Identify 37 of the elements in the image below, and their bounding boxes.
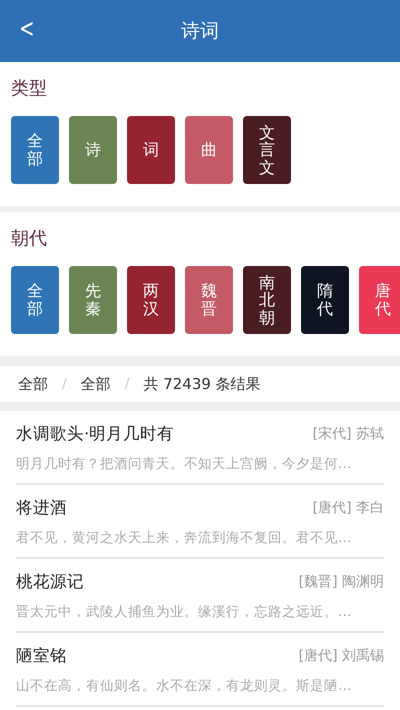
poem-list-item[interactable]: 将进酒 [唐代] 李白 君不见，黄河之水天上来，奔流到海不复回。君不见… [16,485,384,559]
category-tile[interactable]: 魏晋 [185,266,233,334]
category-tile[interactable]: 全部 [11,116,59,184]
category-tile[interactable]: 全部 [11,266,59,334]
result-count: 共 72439 条结果 [143,374,261,394]
category-tile[interactable]: 唐代 [359,266,400,334]
poem-list-item[interactable]: 陋室铭 [唐代] 刘禹锡 山不在高，有仙则名。水不在深，有龙则灵。斯是陋… [16,633,384,707]
poem-author: [唐代] 李白 [312,499,384,517]
poem-title: 将进酒 [16,497,67,519]
poem-author: [魏晋] 陶渊明 [298,573,384,591]
poem-author: [唐代] 刘禹锡 [298,647,384,665]
poem-excerpt: 明月几时有？把酒问青天。不知天上宫阙，今夕是何… [16,455,352,473]
category-tile[interactable]: 两汉 [127,266,175,334]
category-tile[interactable]: 隋代 [301,266,349,334]
breadcrumb-separator: / [62,376,67,392]
page-title: 诗词 [181,19,219,44]
category-tile[interactable]: 诗 [69,116,117,184]
poem-excerpt: 君不见，黄河之水天上来，奔流到海不复回。君不见… [16,529,352,547]
poem-excerpt: 晋太元中，武陵人捕鱼为业。缘溪行，忘路之远近。… [16,603,352,621]
poem-title: 陋室铭 [16,645,67,667]
category-tile[interactable]: 曲 [185,116,233,184]
category-tile[interactable]: 先秦 [69,266,117,334]
section-title: 类型 [11,77,48,100]
category-tile[interactable]: 词 [127,116,175,184]
back-button[interactable]: < [15,14,39,44]
section-title: 朝代 [11,227,48,250]
breadcrumb-separator: / [124,376,130,392]
poem-list-item[interactable]: 桃花源记 [魏晋] 陶渊明 晋太元中，武陵人捕鱼为业。缘溪行，忘路之远近。… [16,559,384,633]
breadcrumb-link[interactable]: 全部 [18,374,48,394]
poem-title: 水调歌头·明月几时有 [16,423,174,445]
poem-list-item[interactable]: 水调歌头·明月几时有 [宋代] 苏轼 明月几时有？把酒问青天。不知天上宫阙，今夕是何… [16,411,384,485]
category-tile[interactable]: 南北朝 [243,266,291,334]
poem-excerpt: 山不在高，有仙则名。水不在深，有龙则灵。斯是陋… [16,677,352,695]
poem-author: [宋代] 苏轼 [312,425,384,443]
breadcrumb-link[interactable]: 全部 [80,374,111,394]
category-tile[interactable]: 文言文 [243,116,291,184]
poem-title: 桃花源记 [16,571,84,593]
